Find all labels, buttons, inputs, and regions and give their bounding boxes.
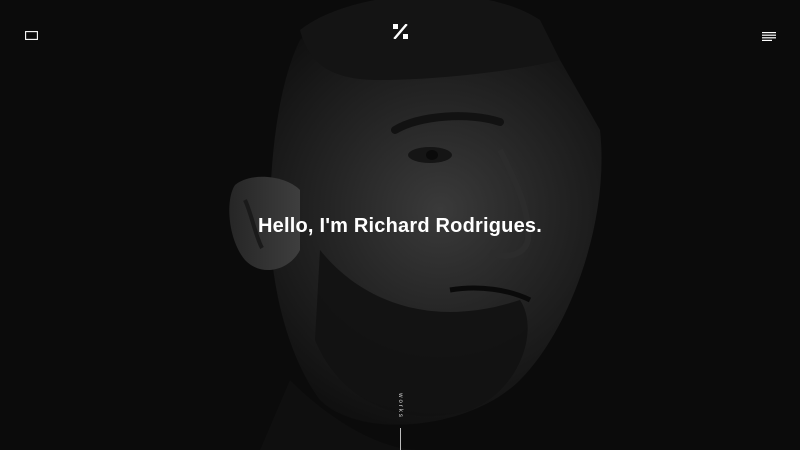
top-bar: [0, 0, 800, 64]
works-scroll-link[interactable]: works: [388, 392, 412, 450]
works-label: works: [397, 393, 403, 419]
percent-logo-icon[interactable]: [393, 23, 408, 40]
hamburger-menu-icon[interactable]: [762, 28, 776, 41]
scroll-indicator-line: [400, 428, 401, 450]
hero-title: Hello, I'm Richard Rodrigues.: [258, 215, 542, 237]
hero-page: Hello, I'm Richard Rodrigues. works: [0, 0, 800, 450]
window-outline-icon[interactable]: [25, 27, 38, 40]
